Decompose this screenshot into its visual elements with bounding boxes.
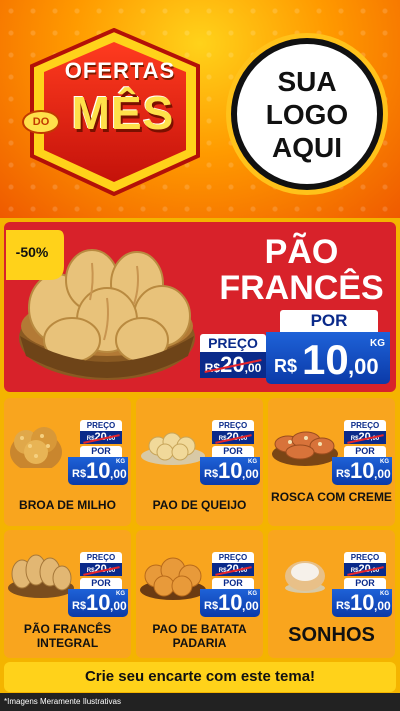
product-preco-label: PREÇO (212, 552, 254, 563)
product-card[interactable]: PREÇO R$20,00 POR R$ 10 ,00 KG BROA DE M… (4, 398, 131, 526)
product-new-int: 10 (86, 590, 111, 615)
product-unit: KG (116, 459, 125, 465)
featured-new-price: R$ 10 ,00 KG (266, 332, 390, 384)
product-old-price: R$20,00 (80, 431, 122, 444)
logo-line-1: SUA (277, 65, 337, 97)
disclaimer: *Imagens Meramente Ilustrativas (0, 693, 400, 711)
product-new-price: R$ 10 ,00 KG (68, 457, 128, 485)
product-preco-label: PREÇO (344, 420, 386, 431)
featured-old-price: R$20,00 (200, 352, 266, 378)
product-card[interactable]: PREÇO R$20,00 POR R$ 10 ,00 KG SONHOS (268, 530, 395, 658)
badge-main-text: MÊS (71, 87, 175, 139)
product-new-price: R$ 10 ,00 KG (200, 457, 260, 485)
discount-text: -50% (15, 244, 49, 260)
product-por-label: POR (80, 446, 122, 457)
product-unit: KG (116, 591, 125, 597)
product-new-price: R$ 10 ,00 KG (200, 589, 260, 617)
product-new-dec: ,00 (242, 467, 259, 481)
product-new-currency: R$ (336, 600, 351, 612)
featured-new-dec: ,00 (348, 354, 379, 379)
product-name: PÃO FRANCÊS INTEGRAL (23, 622, 112, 650)
product-preco-label: PREÇO (80, 420, 122, 431)
product-new-int: 10 (86, 458, 111, 483)
product-new-dec: ,00 (374, 599, 391, 613)
product-new-dec: ,00 (110, 467, 127, 481)
product-por-label: POR (212, 446, 254, 457)
product-new-price: R$ 10 ,00 KG (68, 589, 128, 617)
product-unit: KG (380, 591, 389, 597)
header: OFERTAS DO MÊS SUA LOGO AQUI (0, 0, 400, 218)
product-card[interactable]: PREÇO R$20,00 POR R$ 10 ,00 KG ROSCA COM… (268, 398, 395, 526)
ofertas-do-mes-badge: OFERTAS DO MÊS (22, 28, 207, 196)
product-por-label: POR (80, 578, 122, 589)
product-new-currency: R$ (336, 468, 351, 480)
logo-placeholder: SUA LOGO AQUI (231, 38, 383, 190)
product-por-label: POR (344, 578, 386, 589)
product-unit: KG (380, 459, 389, 465)
product-new-price: R$ 10 ,00 KG (332, 457, 392, 485)
featured-title: PÃO FRANCÊS (209, 234, 394, 306)
product-name: ROSCA COM CREME (271, 490, 392, 504)
product-unit: KG (248, 459, 257, 465)
product-new-dec: ,00 (110, 599, 127, 613)
product-name: SONHOS (288, 624, 375, 646)
featured-preco-label: PREÇO (200, 334, 266, 352)
product-old-price: R$20,00 (80, 563, 122, 576)
product-new-currency: R$ (204, 468, 219, 480)
featured-por-label: POR (280, 310, 378, 332)
product-name: PAO DE BATATA PADARIA (152, 622, 247, 650)
product-new-int: 10 (218, 458, 243, 483)
product-preco-label: PREÇO (344, 552, 386, 563)
discount-badge: -50% (6, 230, 64, 280)
product-name: PAO DE QUEIJO (152, 498, 247, 512)
product-name: BROA DE MILHO (19, 498, 116, 512)
product-new-dec: ,00 (374, 467, 391, 481)
product-preco-label: PREÇO (80, 552, 122, 563)
product-unit: KG (248, 591, 257, 597)
product-old-price: R$20,00 (212, 431, 254, 444)
product-old-price: R$20,00 (344, 563, 386, 576)
cta-banner[interactable]: Crie seu encarte com este tema! (4, 662, 396, 692)
product-new-currency: R$ (204, 600, 219, 612)
product-new-dec: ,00 (242, 599, 259, 613)
product-new-int: 10 (350, 458, 375, 483)
product-new-price: R$ 10 ,00 KG (332, 589, 392, 617)
product-por-label: POR (212, 578, 254, 589)
badge-do-text: DO (22, 110, 60, 134)
featured-title-line-1: PÃO (264, 233, 339, 271)
logo-line-3: AQUI (272, 131, 342, 163)
product-new-int: 10 (218, 590, 243, 615)
pao-de-queijo-icon (141, 432, 205, 465)
product-old-price: R$20,00 (212, 563, 254, 576)
featured-unit: KG (370, 338, 385, 349)
featured-new-int: 10 (302, 336, 349, 383)
broa-icon (10, 427, 62, 468)
sonho-icon (285, 561, 325, 593)
product-preco-label: PREÇO (212, 420, 254, 431)
featured-title-line-2: FRANCÊS (219, 269, 384, 307)
featured-new-currency: R$ (274, 356, 298, 376)
rosca-icon (272, 431, 338, 466)
badge-top-text: OFERTAS (64, 58, 176, 83)
pao-de-batata-icon (140, 557, 206, 600)
product-card[interactable]: PREÇO R$20,00 POR R$ 10 ,00 KG PAO DE BA… (136, 530, 263, 658)
product-new-currency: R$ (72, 468, 87, 480)
product-card[interactable]: PREÇO R$20,00 POR R$ 10 ,00 KG PAO DE QU… (136, 398, 263, 526)
product-card[interactable]: PREÇO R$20,00 POR R$ 10 ,00 KG PÃO FRANC… (4, 530, 131, 658)
product-new-int: 10 (350, 590, 375, 615)
product-old-price: R$20,00 (344, 431, 386, 444)
product-new-currency: R$ (72, 600, 87, 612)
pao-integral-icon (8, 554, 74, 598)
logo-line-2: LOGO (265, 98, 349, 130)
product-por-label: POR (344, 446, 386, 457)
